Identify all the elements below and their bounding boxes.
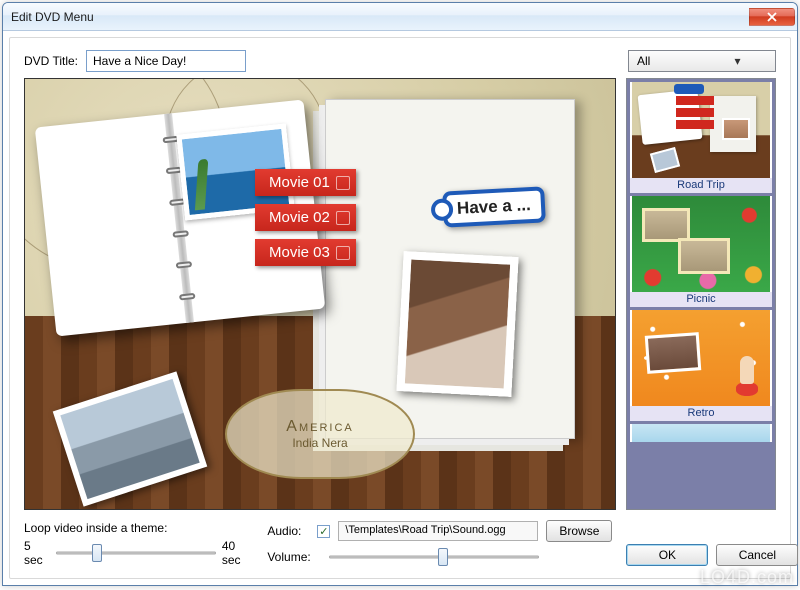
preview-title-tag[interactable]: Have a ...	[442, 186, 545, 227]
titlebar[interactable]: Edit DVD Menu	[3, 3, 797, 31]
template-item-retro[interactable]: Retro	[630, 310, 772, 421]
menu-preview[interactable]: Movie 01 Movie 02 Movie 03 Have a ... Am…	[24, 78, 616, 510]
dvd-title-input[interactable]	[86, 50, 246, 72]
content-area: DVD Title: All ▾ Movie 01 Movie 02	[9, 37, 791, 579]
template-label: Retro	[630, 406, 772, 421]
loop-slider-wrap: 5 sec 40 sec	[24, 539, 253, 567]
close-button[interactable]	[749, 8, 795, 26]
preview-map-cartouche: America India Nera	[225, 389, 415, 479]
window-buttons	[749, 8, 795, 26]
audio-controls: Audio: ✓ \Templates\Road Trip\Sound.ogg …	[267, 520, 612, 568]
template-scroll[interactable]: Road Trip Picnic Ret	[627, 79, 775, 509]
dvd-title-label: DVD Title:	[24, 54, 78, 68]
volume-slider[interactable]	[329, 546, 539, 568]
template-item-partial[interactable]	[630, 424, 772, 442]
loop-min-label: 5 sec	[24, 539, 50, 567]
top-row: DVD Title: All ▾	[24, 50, 776, 72]
chevron-down-icon: ▾	[704, 54, 771, 68]
audio-path-field[interactable]: \Templates\Road Trip\Sound.ogg	[338, 521, 538, 541]
movie-ribbon-3[interactable]: Movie 03	[255, 239, 356, 266]
loop-slider[interactable]	[56, 542, 216, 564]
loop-slider-thumb[interactable]	[92, 544, 102, 562]
bottom-row: Loop video inside a theme: 5 sec 40 sec …	[24, 520, 776, 568]
mid-row: Movie 01 Movie 02 Movie 03 Have a ... Am…	[24, 78, 776, 510]
template-filter-value: All	[637, 54, 704, 68]
preview-portrait-photo	[396, 251, 518, 397]
loop-label: Loop video inside a theme:	[24, 521, 245, 535]
close-icon	[767, 12, 777, 22]
volume-slider-thumb[interactable]	[438, 548, 448, 566]
movie-ribbon-2[interactable]: Movie 02	[255, 204, 356, 231]
template-item-road-trip[interactable]: Road Trip	[630, 82, 772, 193]
browse-button[interactable]: Browse	[546, 520, 612, 542]
loop-controls: Loop video inside a theme: 5 sec 40 sec	[24, 521, 253, 567]
template-thumb	[632, 310, 770, 406]
dialog-buttons: OK Cancel	[626, 544, 798, 568]
audio-checkbox[interactable]: ✓	[317, 525, 330, 538]
watermark: LO4D.com	[700, 567, 794, 588]
template-list[interactable]: Road Trip Picnic Ret	[626, 78, 776, 510]
template-label: Road Trip	[630, 178, 772, 193]
volume-label: Volume:	[267, 550, 313, 564]
edit-dvd-menu-window: Edit DVD Menu DVD Title: All ▾	[2, 2, 798, 586]
template-label: Picnic	[630, 292, 772, 307]
cancel-button[interactable]: Cancel	[716, 544, 798, 566]
audio-label: Audio:	[267, 524, 301, 538]
template-filter-combo[interactable]: All ▾	[628, 50, 776, 72]
template-item-picnic[interactable]: Picnic	[630, 196, 772, 307]
template-thumb	[632, 196, 770, 292]
template-thumb	[632, 424, 770, 442]
ok-button[interactable]: OK	[626, 544, 708, 566]
movie-ribbons: Movie 01 Movie 02 Movie 03	[255, 169, 356, 266]
loop-max-label: 40 sec	[222, 539, 253, 567]
window-title: Edit DVD Menu	[11, 10, 749, 24]
movie-ribbon-1[interactable]: Movie 01	[255, 169, 356, 196]
template-thumb	[632, 82, 770, 178]
